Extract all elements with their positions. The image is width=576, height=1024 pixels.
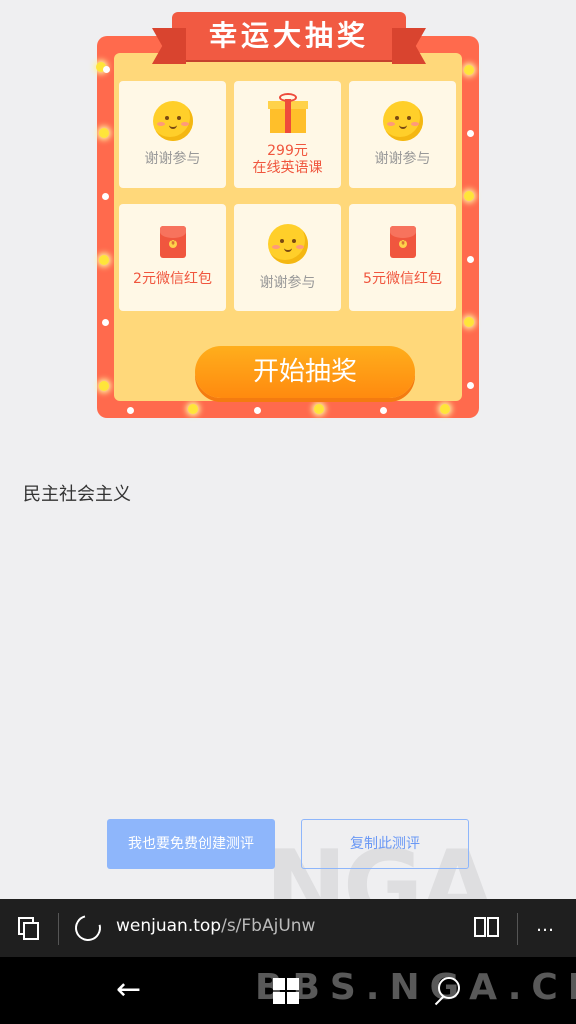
gift-icon xyxy=(268,93,308,133)
prize-label: 谢谢参与 xyxy=(144,151,201,167)
tabs-icon[interactable] xyxy=(18,917,39,940)
frame-light xyxy=(464,191,474,201)
prize-cell: ¥ 5元微信红包 xyxy=(349,204,456,311)
question-text: 民主社会主义 xyxy=(23,484,131,505)
prize-label: 谢谢参与 xyxy=(259,275,316,291)
prize-label: 2元微信红包 xyxy=(133,271,212,287)
prize-label: 5元微信红包 xyxy=(363,271,442,287)
frame-light xyxy=(102,319,109,326)
frame-light xyxy=(102,193,109,200)
reading-view-icon[interactable] xyxy=(474,915,502,939)
smiley-icon xyxy=(153,101,193,141)
more-icon[interactable]: … xyxy=(536,915,556,936)
frame-light xyxy=(467,382,474,389)
frame-light xyxy=(380,407,387,414)
prize-cell: 谢谢参与 xyxy=(349,81,456,188)
frame-light xyxy=(127,407,134,414)
frame-light xyxy=(440,404,450,414)
url-host: wenjuan.top xyxy=(116,916,222,936)
frame-light xyxy=(99,128,109,138)
prize-cell: 谢谢参与 xyxy=(234,204,341,311)
url-path: /s/FbAjUnw xyxy=(221,916,316,936)
prize-label: 谢谢参与 xyxy=(374,151,431,167)
start-draw-button[interactable]: 开始抽奖 xyxy=(195,346,415,398)
url-field[interactable]: wenjuan.top/s/FbAjUnw xyxy=(116,916,315,936)
back-arrow-icon[interactable]: ← xyxy=(116,975,141,1005)
search-icon[interactable] xyxy=(430,975,460,1006)
create-survey-button[interactable]: 我也要免费创建测评 xyxy=(107,819,275,869)
windows-icon[interactable] xyxy=(273,978,299,1004)
frame-light xyxy=(254,407,261,414)
frame-light xyxy=(103,66,110,73)
frame-light xyxy=(314,404,324,414)
refresh-icon[interactable] xyxy=(70,910,106,946)
red-envelope-icon: ¥ xyxy=(390,226,416,258)
smiley-icon xyxy=(268,224,308,264)
system-nav-bar: BBS.NGA.CN ← xyxy=(0,957,576,1024)
lottery-title-ribbon: 幸运大抽奖 xyxy=(152,12,426,64)
copy-survey-button[interactable]: 复制此测评 xyxy=(301,819,469,869)
frame-light xyxy=(464,65,474,75)
frame-light xyxy=(467,256,474,263)
site-watermark: BBS.NGA.CN xyxy=(255,967,576,1008)
lottery-panel: 谢谢参与 299元 在线英语课 谢谢参与 ¥ 2元微信红包 谢谢参与 ¥ 5元微… xyxy=(96,36,479,418)
prize-label-line1: 299元 xyxy=(267,143,308,159)
frame-light xyxy=(467,130,474,137)
divider xyxy=(517,913,518,945)
prize-cell: 299元 在线英语课 xyxy=(234,81,341,188)
frame-light xyxy=(99,255,109,265)
frame-light xyxy=(464,317,474,327)
divider xyxy=(58,913,59,945)
frame-light xyxy=(99,381,109,391)
prize-cell: ¥ 2元微信红包 xyxy=(119,204,226,311)
prize-label-line2: 在线英语课 xyxy=(252,160,323,176)
smiley-icon xyxy=(383,101,423,141)
browser-address-bar: wenjuan.top/s/FbAjUnw … xyxy=(0,899,576,957)
frame-light xyxy=(188,404,198,414)
lottery-grid: 谢谢参与 299元 在线英语课 谢谢参与 ¥ 2元微信红包 谢谢参与 ¥ 5元微… xyxy=(114,53,462,401)
red-envelope-icon: ¥ xyxy=(160,226,186,258)
prize-cell: 谢谢参与 xyxy=(119,81,226,188)
lottery-title: 幸运大抽奖 xyxy=(208,19,369,52)
